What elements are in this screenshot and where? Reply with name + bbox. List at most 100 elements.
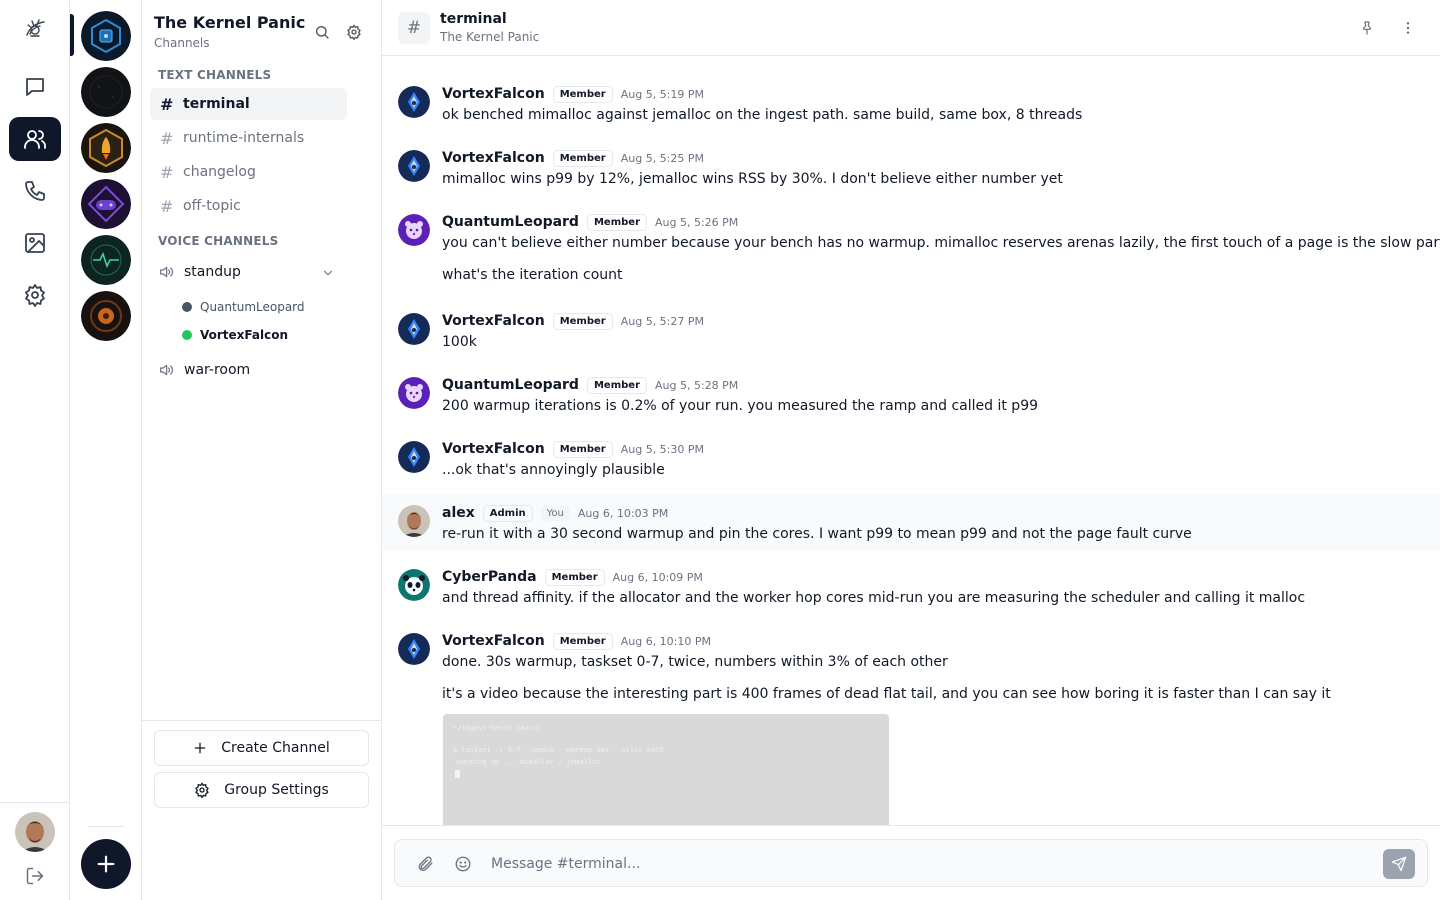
create-channel-button[interactable]: Create Channel xyxy=(154,730,369,766)
message-input[interactable] xyxy=(491,852,1371,876)
voice-channel-label: war-room xyxy=(184,362,251,378)
phone-icon[interactable] xyxy=(9,169,61,213)
group-settings-button[interactable]: Group Settings xyxy=(154,772,369,808)
message-meta: CyberPanda Member Aug 6, 10:09 PM xyxy=(442,567,703,587)
role-badge: Member xyxy=(586,213,647,231)
group-subtitle: Channels xyxy=(154,36,210,50)
voice-member-name: VortexFalcon xyxy=(200,328,289,342)
role-badge: Member xyxy=(544,568,605,586)
voice-channel-war-room[interactable]: war-room xyxy=(158,362,250,378)
channel-label: terminal xyxy=(183,96,250,112)
hash-icon: # xyxy=(398,12,430,44)
message-text: re-run it with a 30 second warmup and pi… xyxy=(442,526,1192,542)
voice-member-name: QuantumLeopard xyxy=(200,300,305,314)
server-icon-rocket[interactable] xyxy=(81,123,131,173)
channel-group-name: The Kernel Panic xyxy=(440,30,540,44)
channel-header: # terminal The Kernel Panic xyxy=(382,0,1440,56)
search-icon[interactable] xyxy=(314,24,330,40)
timestamp: Aug 5, 5:28 PM xyxy=(655,378,739,392)
author-name[interactable]: QuantumLeopard xyxy=(442,214,579,230)
message-meta: VortexFalcon Member Aug 5, 5:19 PM xyxy=(442,84,704,104)
avatar[interactable] xyxy=(398,86,430,118)
you-badge: You xyxy=(540,505,570,521)
author-name[interactable]: VortexFalcon xyxy=(442,86,545,102)
channel-label: off-topic xyxy=(183,198,241,214)
author-name[interactable]: VortexFalcon xyxy=(442,313,545,329)
users-icon[interactable] xyxy=(9,117,61,161)
server-icon-kernel-panic[interactable] xyxy=(81,11,131,61)
channel-runtime-internals[interactable]: # runtime-internals xyxy=(150,122,347,154)
emoji-icon[interactable] xyxy=(454,855,472,873)
video-frame-text: $ taskset -c 0-7 ./bench --warmup 30s --… xyxy=(453,746,664,754)
group-name: The Kernel Panic xyxy=(154,13,306,32)
avatar[interactable] xyxy=(398,441,430,473)
timestamp: Aug 5, 5:27 PM xyxy=(620,314,705,328)
pin-icon[interactable] xyxy=(1359,20,1375,36)
channel-off-topic[interactable]: # off-topic xyxy=(150,190,347,222)
timestamp: Aug 6, 10:03 PM xyxy=(577,506,669,520)
channel-terminal[interactable]: # terminal xyxy=(150,88,347,120)
server-icon-gamepad[interactable] xyxy=(81,179,131,229)
channel-title: terminal xyxy=(440,11,507,27)
message-meta: QuantumLeopard Member Aug 5, 5:26 PM xyxy=(442,212,738,232)
role-badge: Member xyxy=(586,376,647,394)
paperclip-icon[interactable] xyxy=(416,855,434,873)
gear-icon[interactable] xyxy=(346,24,362,40)
timestamp: Aug 6, 10:09 PM xyxy=(612,570,703,584)
message: VortexFalcon Member Aug 5, 5:30 PM ...ok… xyxy=(382,431,1440,491)
message-text: ...ok that's annoyingly plausible xyxy=(442,462,665,478)
message-text: it's a video because the interesting par… xyxy=(442,686,1331,702)
channel-changelog[interactable]: # changelog xyxy=(150,156,347,188)
author-name[interactable]: alex xyxy=(442,505,475,521)
send-button[interactable] xyxy=(1383,849,1415,879)
hash-icon: # xyxy=(160,128,174,148)
message-text: you can't believe either number because … xyxy=(442,235,1440,251)
app-rail xyxy=(0,0,70,900)
message-text: what's the iteration count xyxy=(442,267,623,283)
avatar[interactable] xyxy=(398,377,430,409)
user-avatar[interactable] xyxy=(15,812,55,852)
author-name[interactable]: VortexFalcon xyxy=(442,633,545,649)
avatar[interactable] xyxy=(398,505,430,537)
status-dot xyxy=(182,302,192,312)
message-meta: QuantumLeopard Member Aug 5, 5:28 PM xyxy=(442,375,738,395)
active-server-indicator xyxy=(70,14,74,56)
avatar[interactable] xyxy=(398,569,430,601)
avatar[interactable] xyxy=(398,214,430,246)
chat-icon[interactable] xyxy=(9,65,61,109)
gear-icon xyxy=(195,782,209,798)
role-badge: Member xyxy=(552,312,613,330)
speaker-icon xyxy=(160,266,173,278)
voice-channel-standup[interactable]: standup xyxy=(158,264,241,280)
hash-icon: # xyxy=(160,94,174,114)
role-badge: Member xyxy=(552,149,613,167)
avatar[interactable] xyxy=(398,313,430,345)
image-icon[interactable] xyxy=(9,221,61,265)
voice-member-vortexfalcon[interactable]: VortexFalcon xyxy=(182,328,288,342)
chevron-down-icon[interactable] xyxy=(321,266,335,280)
more-vertical-icon[interactable] xyxy=(1400,20,1416,36)
settings-icon[interactable] xyxy=(9,273,61,317)
voice-channel-label: standup xyxy=(184,264,241,280)
avatar[interactable] xyxy=(398,150,430,182)
app-logo-icon[interactable] xyxy=(9,6,61,50)
logout-icon[interactable] xyxy=(25,866,45,886)
hash-icon: # xyxy=(160,196,174,216)
server-icon-orange[interactable] xyxy=(81,291,131,341)
author-name[interactable]: VortexFalcon xyxy=(442,150,545,166)
message-text: and thread affinity. if the allocator an… xyxy=(442,590,1306,606)
avatar[interactable] xyxy=(398,633,430,665)
composer-area xyxy=(382,825,1440,900)
server-icon-dark[interactable] xyxy=(81,67,131,117)
author-name[interactable]: CyberPanda xyxy=(442,569,537,585)
message-text: done. 30s warmup, taskset 0-7, twice, nu… xyxy=(442,654,948,670)
role-badge: Member xyxy=(552,85,613,103)
server-icon-radar[interactable] xyxy=(81,235,131,285)
video-attachment[interactable]: ~/ingest-bench (main) $ taskset -c 0-7 .… xyxy=(443,714,889,825)
voice-member-quantumleopard[interactable]: QuantumLeopard xyxy=(182,300,305,314)
add-server-button[interactable] xyxy=(81,839,131,889)
author-name[interactable]: VortexFalcon xyxy=(442,441,545,457)
create-channel-label: Create Channel xyxy=(221,740,330,756)
author-name[interactable]: QuantumLeopard xyxy=(442,377,579,393)
message: QuantumLeopard Member Aug 5, 5:28 PM 200… xyxy=(382,367,1440,427)
